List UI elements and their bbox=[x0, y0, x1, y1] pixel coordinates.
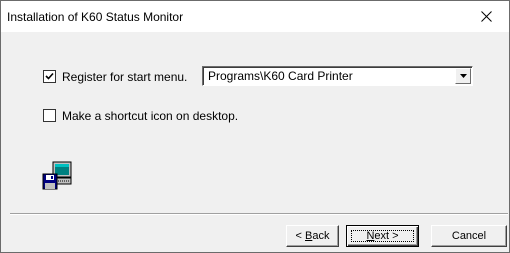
close-button[interactable] bbox=[463, 1, 509, 32]
next-button-label: Next > bbox=[366, 230, 399, 242]
dropdown-arrow-icon bbox=[459, 74, 467, 78]
cancel-button-label: Cancel bbox=[451, 230, 487, 242]
floppy-computer-icon bbox=[42, 161, 72, 190]
back-button[interactable]: < Back bbox=[286, 225, 339, 247]
start-menu-checkbox[interactable] bbox=[43, 70, 56, 83]
program-folder-combobox[interactable]: Programs\K60 Card Printer bbox=[202, 66, 473, 86]
button-separator bbox=[10, 213, 508, 215]
back-button-label: < Back bbox=[295, 230, 330, 242]
dropdown-button[interactable] bbox=[455, 68, 471, 84]
desktop-shortcut-checkbox[interactable] bbox=[43, 109, 56, 122]
program-folder-value: Programs\K60 Card Printer bbox=[208, 69, 353, 83]
desktop-shortcut-label[interactable]: Make a shortcut icon on desktop. bbox=[62, 109, 238, 123]
installer-dialog: Installation of K60 Status Monitor Regis… bbox=[0, 0, 510, 253]
title-bar: Installation of K60 Status Monitor bbox=[1, 1, 509, 32]
next-button[interactable]: Next > bbox=[346, 225, 419, 247]
window-title: Installation of K60 Status Monitor bbox=[7, 10, 184, 24]
start-menu-label[interactable]: Register for start menu. bbox=[62, 70, 187, 84]
cancel-button[interactable]: Cancel bbox=[431, 225, 507, 247]
dialog-body: Register for start menu. Programs\K60 Ca… bbox=[1, 32, 509, 252]
close-icon bbox=[480, 11, 492, 22]
checkmark-icon bbox=[45, 72, 54, 80]
